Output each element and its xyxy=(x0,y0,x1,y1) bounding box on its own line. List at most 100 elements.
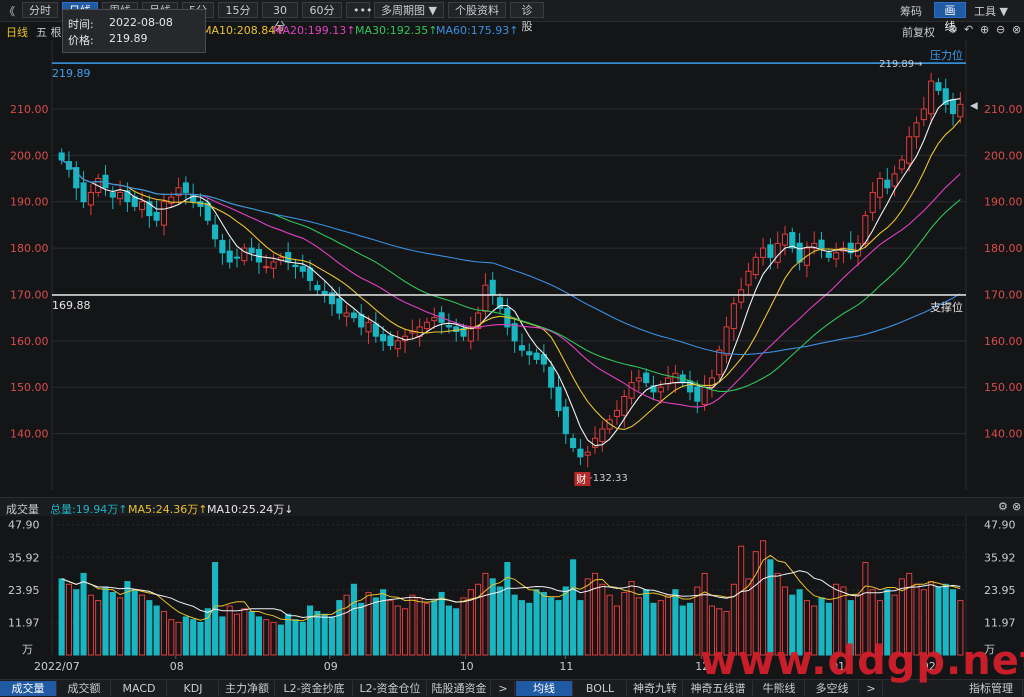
volume-bar xyxy=(621,591,628,656)
indicator-tab-3[interactable]: KDJ xyxy=(168,681,219,696)
candle-body xyxy=(760,247,767,258)
tab-6[interactable]: 30分 xyxy=(262,2,298,33)
volume-bar xyxy=(672,589,679,656)
volume-close-icon[interactable]: ⊗ xyxy=(1012,500,1021,513)
candle-body xyxy=(818,239,825,249)
y-tick-right: 170.00 xyxy=(984,288,1023,301)
tools-menu[interactable]: 工具 ▼ xyxy=(974,3,1008,19)
tab-10[interactable]: 个股资料 xyxy=(448,2,506,18)
volume-bar xyxy=(117,597,124,656)
volume-settings-icon[interactable]: ⚙ xyxy=(998,500,1008,513)
volume-bar xyxy=(686,602,694,656)
settings-icon[interactable]: ⚙ xyxy=(948,23,958,36)
volume-bar xyxy=(190,619,197,656)
volume-bar xyxy=(526,602,533,656)
volume-bar xyxy=(343,594,350,656)
indicator-tab-10[interactable]: BOLL xyxy=(574,681,627,696)
candle-body xyxy=(387,335,394,346)
zoom-out-icon[interactable]: ⊖ xyxy=(996,23,1005,36)
volume-header: 成交量 总量:19.94万↑ MA5:24.36万↑ MA10:25.24万↓ … xyxy=(0,497,1024,516)
tab-11[interactable]: 诊股 xyxy=(510,2,544,33)
candle-body xyxy=(694,386,701,402)
candle-body xyxy=(212,224,219,240)
tab-7[interactable]: 60分 xyxy=(302,2,342,18)
adjust-mode[interactable]: 前复权 xyxy=(902,24,935,40)
volume-bar xyxy=(387,600,394,656)
y-tick-right: 180.00 xyxy=(984,242,1023,255)
indicator-tab-0[interactable]: 成交量 xyxy=(0,681,57,696)
candle-body xyxy=(314,284,321,291)
zoom-in-icon[interactable]: ⊕ xyxy=(980,23,989,36)
volume-bar xyxy=(241,608,248,656)
volume-bar xyxy=(679,605,686,656)
indicator-tab-9[interactable]: 均线 xyxy=(516,681,573,696)
volume-bar xyxy=(233,613,241,656)
indicator-tab-6[interactable]: L2-资金仓位 xyxy=(354,681,427,696)
tab-0[interactable]: 分时 xyxy=(22,2,58,18)
candle-body xyxy=(723,326,730,356)
resistance-text: 压力位 xyxy=(930,48,963,62)
indicator-tab-11[interactable]: 神奇九转 xyxy=(628,681,683,696)
candle-body xyxy=(869,191,876,213)
candle-body xyxy=(423,321,431,330)
candle-body xyxy=(380,334,387,342)
candle-body xyxy=(372,323,379,337)
ma60-value: MA60:175.93↑ xyxy=(436,24,519,37)
draw-line-button[interactable]: 画线 xyxy=(934,2,966,33)
indicator-tab-2[interactable]: MACD xyxy=(112,681,167,696)
vol-tick-left: 35.92 xyxy=(8,551,40,564)
candle-body xyxy=(752,256,759,276)
volume-bar xyxy=(358,602,365,656)
y-tick-right: 140.00 xyxy=(984,428,1023,441)
indicator-tab-1[interactable]: 成交额 xyxy=(58,681,111,696)
candle-body xyxy=(343,312,350,317)
y-tick-left: 160.00 xyxy=(10,335,49,348)
back-button[interactable]: 《 xyxy=(4,3,15,19)
tab-5[interactable]: 15分 xyxy=(218,2,258,18)
indicator-tab-7[interactable]: 陆股通资金 xyxy=(428,681,491,696)
candle-body xyxy=(876,178,884,198)
volume-bar xyxy=(285,613,292,656)
candle-body xyxy=(299,266,306,272)
chips-button[interactable]: 筹码 xyxy=(900,3,922,19)
ma20-value: MA20:199.13↑ xyxy=(273,24,356,37)
volume-bar xyxy=(394,605,401,656)
volume-bar xyxy=(401,608,409,656)
volume-bar xyxy=(650,602,657,656)
candle-body xyxy=(906,136,913,164)
tab-8[interactable]: ••• xyxy=(346,2,372,18)
volume-bar xyxy=(175,621,182,656)
candle-body xyxy=(219,239,226,254)
candle-body xyxy=(701,386,708,405)
volume-bar xyxy=(73,589,80,656)
candle-body xyxy=(336,298,343,314)
candle-body xyxy=(716,349,723,376)
candle-body xyxy=(833,252,840,260)
vol-tick-left: 11.97 xyxy=(8,616,40,629)
candle-body xyxy=(365,321,372,333)
candle-body xyxy=(949,98,957,115)
vol-ma10-line xyxy=(61,570,961,619)
tab-9[interactable]: 多周期图 ▼ xyxy=(374,2,444,18)
indicator-tab-5[interactable]: L2-资金抄底 xyxy=(276,681,353,696)
candle-body xyxy=(635,377,642,382)
indicator-tab-4[interactable]: 主力净额 xyxy=(220,681,275,696)
undo-icon[interactable]: ↶ xyxy=(964,23,973,36)
indicator-tab-8[interactable]: > xyxy=(492,681,515,696)
candle-body xyxy=(767,244,774,258)
volume-bar xyxy=(475,583,482,656)
y-tick-left: 140.00 xyxy=(10,428,49,441)
candle-body xyxy=(533,352,540,360)
candle-body xyxy=(160,201,168,226)
candle-body xyxy=(577,448,584,458)
volume-bar xyxy=(321,613,328,656)
candle-body xyxy=(248,247,255,254)
candle-body xyxy=(270,261,277,269)
period-label[interactable]: 日线 xyxy=(6,24,28,40)
candlestick-chart[interactable]: 140.00 140.00 150.00 150.00 160.00 160.00 170.… xyxy=(0,40,1024,496)
close-icon[interactable]: ⊗ xyxy=(1012,23,1021,36)
support-text: 支撑位 xyxy=(930,300,963,314)
candle-body xyxy=(482,284,489,312)
volume-bar xyxy=(131,589,138,656)
volume-bar xyxy=(489,578,496,656)
